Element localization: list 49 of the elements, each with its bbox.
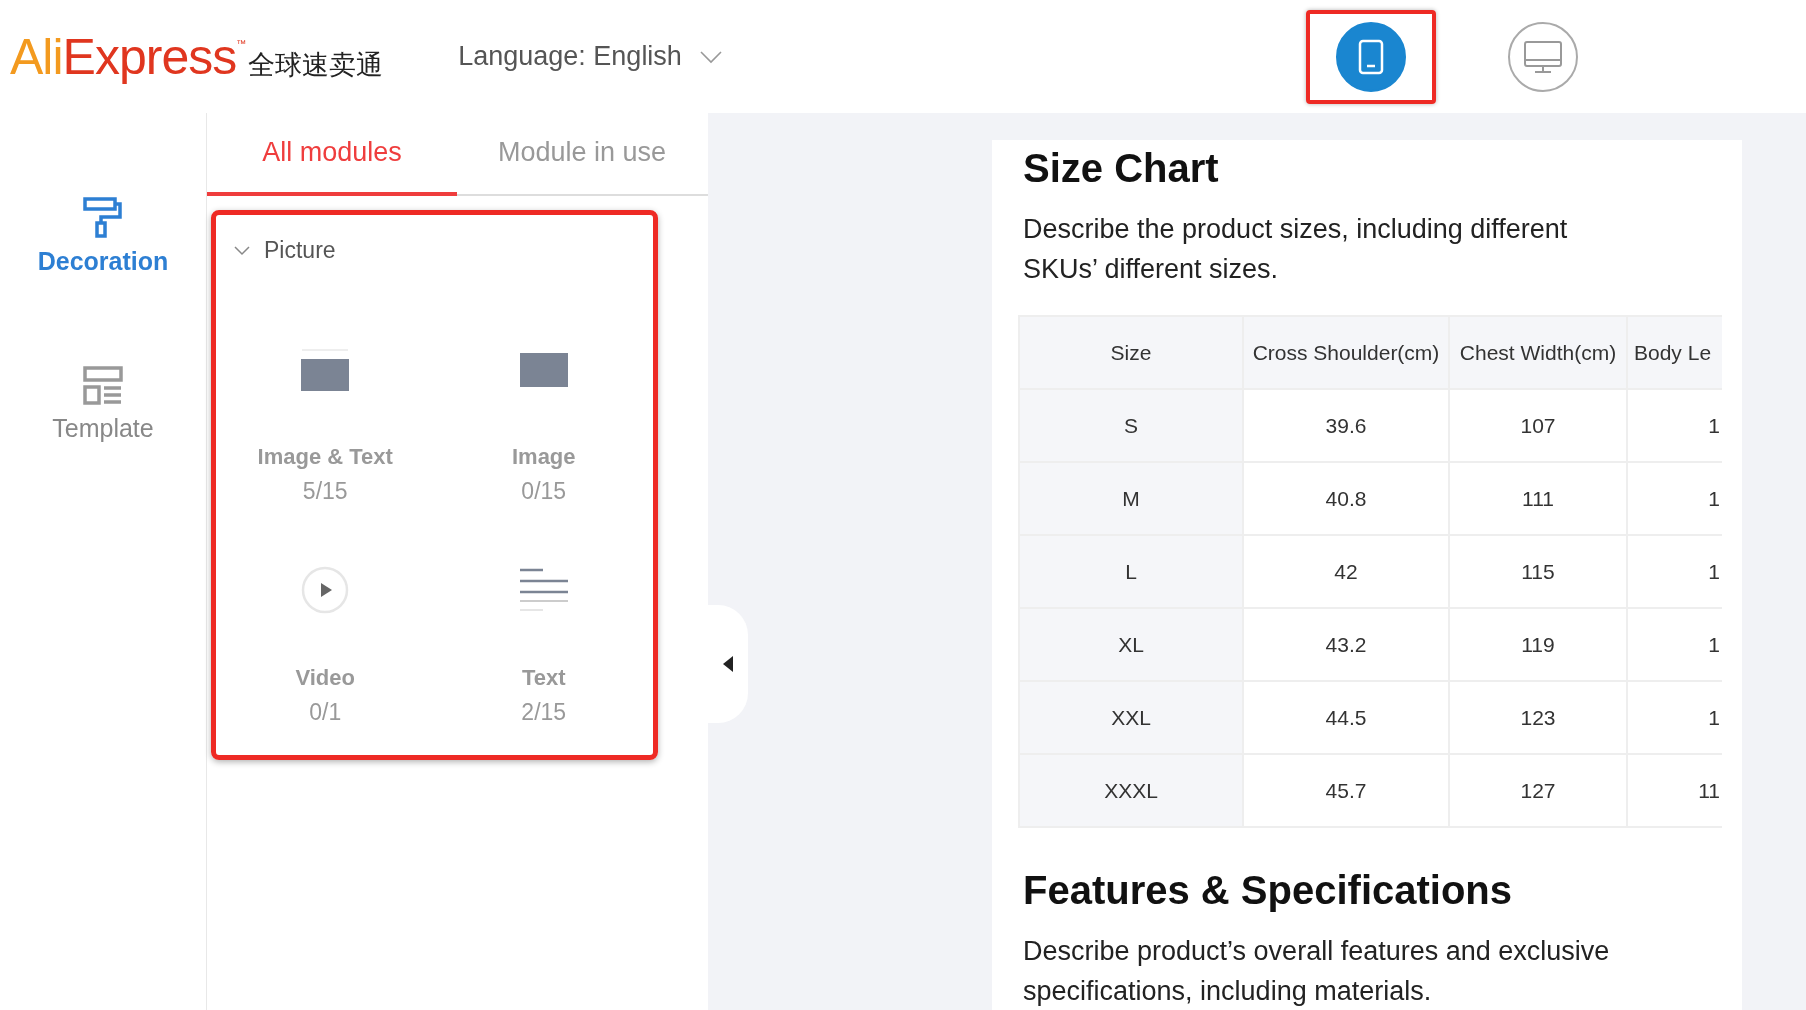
aliexpress-logo: AliExpress$^{™}$ 全球速卖通 [10,27,384,86]
table-cell: 127 [1449,754,1627,827]
tab[interactable]: All modules [207,113,457,196]
table-cell: 43.2 [1243,608,1449,681]
table-cell: XXL [1019,681,1243,754]
image-icon [518,351,569,387]
module-tile[interactable]: Image & Text 5/15 [216,334,435,505]
table-cell: XXXL [1019,754,1243,827]
table-cell: S [1019,389,1243,462]
chevron-down-icon [234,245,250,256]
module-tile[interactable]: Text 2/15 [434,555,653,726]
section-description: Describe the product sizes, including different SKUs’ different sizes. [1023,213,1569,286]
table-cell: 123 [1449,681,1627,754]
table-cell: 40.8 [1243,462,1449,535]
table-cell: 119 [1449,608,1627,681]
column-header: Body Le [1627,316,1722,389]
paint-roller-icon [83,197,123,239]
image-text-icon [300,347,351,391]
table-cell: 42 [1243,535,1449,608]
table-cell: XL [1019,608,1243,681]
column-header: Size [1019,316,1243,389]
table-cell: 111 [1449,462,1627,535]
group-header[interactable]: Picture [234,237,336,264]
chevron-down-icon [699,49,722,64]
column-header: Cross Shoulder(cm) [1243,316,1449,389]
language-dropdown[interactable]: Language: English [458,37,722,76]
collapse-panel-handle[interactable] [708,605,748,723]
module-tile[interactable]: Image 0/15 [434,334,653,505]
monitor-icon [1522,39,1563,74]
table-cell: 44.5 [1243,681,1449,754]
sidebar-item[interactable]: Decoration [37,197,169,276]
table-cell: M [1019,462,1243,535]
section-description: Describe product’s overall features and exclusive specifications, including materials. [1023,935,1611,1008]
phone-icon [1357,38,1384,75]
table-cell: 45.7 [1243,754,1449,827]
triangle-left-icon [722,655,734,673]
module-tile[interactable]: Video 0/1 [216,555,435,726]
text-lines-icon [518,567,569,613]
section-title: Features & Specifications [1023,868,1514,913]
table-cell: L [1019,535,1243,608]
table-cell: 39.6 [1243,389,1449,462]
column-header: Chest Width(cm) [1449,316,1627,389]
table-cell: 115 [1449,535,1627,608]
table-cell: 107 [1449,389,1627,462]
play-icon [300,565,351,615]
tab[interactable]: Module in use [457,113,707,196]
sidebar-item[interactable]: Template [52,366,154,443]
section-title: Size Chart [1023,146,1220,191]
layout-icon [83,366,123,406]
